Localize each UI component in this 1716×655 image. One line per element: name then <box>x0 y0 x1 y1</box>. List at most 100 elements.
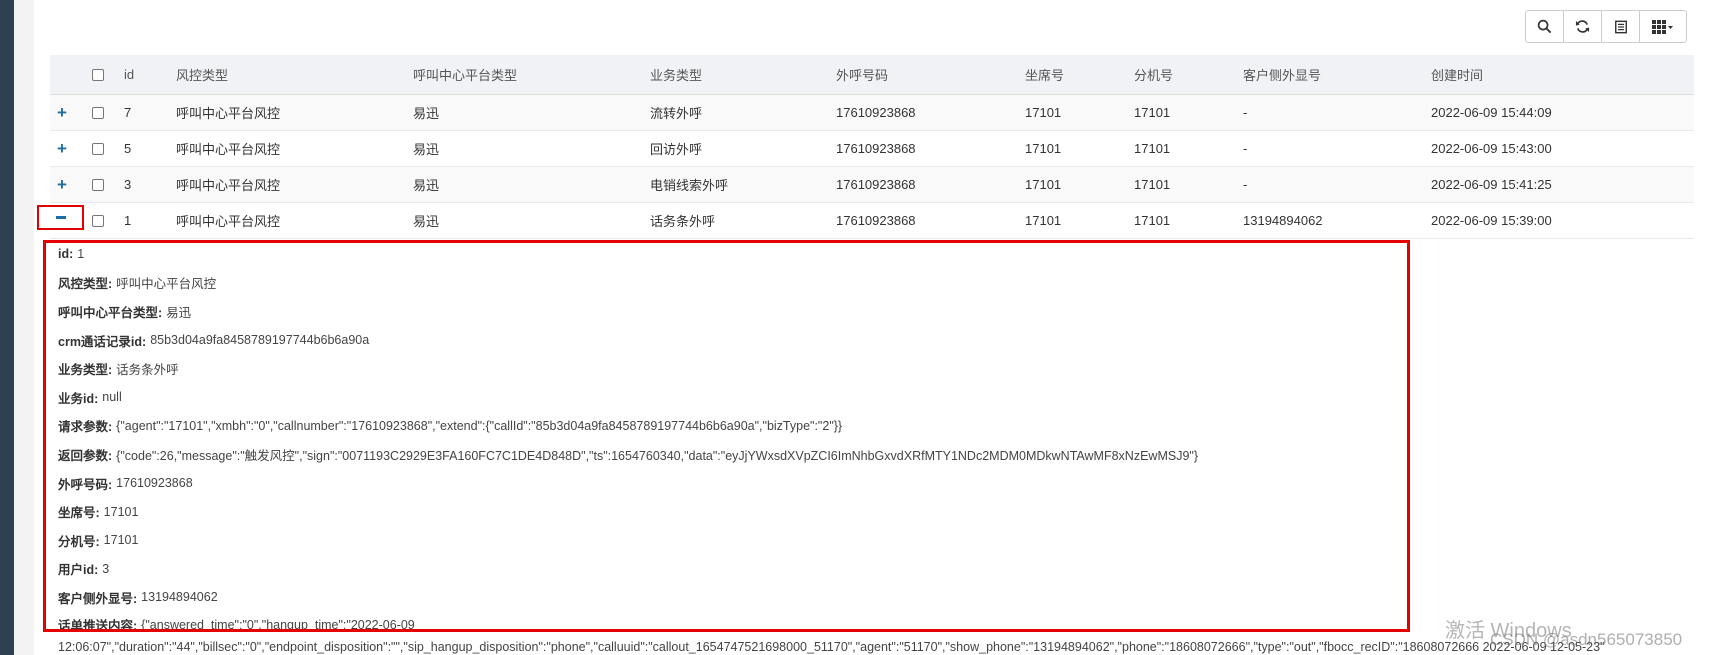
detail-value: {"code":26,"message":"触发风控","sign":"0071… <box>116 448 1199 463</box>
cell-risk-type: 呼叫中心平台风控 <box>176 106 281 121</box>
cell-created-time: 2022-06-09 15:43:00 <box>1431 141 1552 156</box>
expand-button[interactable]: + <box>57 95 67 130</box>
header-business-type[interactable]: 业务类型 <box>650 55 702 94</box>
sidebar-rail <box>0 0 14 655</box>
table-body: + 7 呼叫中心平台风控 易迅 流转外呼 17610923868 17101 1… <box>37 95 1694 239</box>
cell-risk-type: 呼叫中心平台风控 <box>176 214 281 229</box>
cell-created-time: 2022-06-09 15:44:09 <box>1431 105 1552 120</box>
detail-label: 用户id: <box>58 563 99 578</box>
detail-value: 3 <box>102 561 110 576</box>
detail-row: 风控类型: 呼叫中心平台风控 <box>58 269 1698 298</box>
detail-value: 13194894062 <box>141 590 218 605</box>
header-id[interactable]: id <box>124 55 134 94</box>
cell-outbound-number: 17610923868 <box>836 105 916 120</box>
cell-platform-type: 易迅 <box>413 214 440 229</box>
row-checkbox[interactable] <box>92 142 104 155</box>
detail-value: 17101 <box>103 533 139 548</box>
cell-risk-type: 呼叫中心平台风控 <box>176 178 281 193</box>
detail-row: 用户id: 3 <box>58 555 1698 584</box>
detail-row: id: 1 <box>58 240 1698 269</box>
select-all-checkbox[interactable] <box>92 68 104 81</box>
detail-value: 85b3d04a9fa8458789197744b6b6a90a <box>150 333 370 348</box>
row-select-cell <box>92 131 104 166</box>
detail-label: 分机号: <box>58 534 100 549</box>
minus-icon <box>55 216 66 219</box>
detail-row: 呼叫中心平台类型: 易迅 <box>58 297 1698 326</box>
detail-value: {"answered_time":"0","hangup_time":"2022… <box>141 617 415 632</box>
select-all-cell <box>92 55 104 94</box>
search-button[interactable] <box>1525 10 1564 43</box>
cell-extension-no: 17101 <box>1134 177 1171 192</box>
detail-row: 业务类型: 话务条外呼 <box>58 354 1698 383</box>
cell-display-number: - <box>1243 177 1248 192</box>
detail-label: 返回参数: <box>58 448 113 463</box>
cell-outbound-number: 17610923868 <box>836 141 916 156</box>
detail-label: 话单推送内容: <box>58 619 138 634</box>
cell-business-type: 回访外呼 <box>650 142 703 157</box>
detail-value: 17610923868 <box>116 476 193 491</box>
detail-value: 呼叫中心平台风控 <box>116 277 217 292</box>
detail-value: {"agent":"17101","xmbh":"0","callnumber"… <box>116 418 843 433</box>
header-display-number[interactable]: 客户侧外显号 <box>1243 55 1321 94</box>
cell-created-time: 2022-06-09 15:39:00 <box>1431 213 1552 228</box>
cell-extension-no: 17101 <box>1134 105 1171 120</box>
detail-label: 业务类型: <box>58 363 113 378</box>
cell-agent-no: 17101 <box>1025 105 1062 120</box>
cell-id: 1 <box>124 213 132 228</box>
cell-business-type: 流转外呼 <box>650 106 703 121</box>
collapse-button[interactable] <box>37 205 84 230</box>
row-checkbox[interactable] <box>92 106 104 119</box>
cell-business-type: 话务条外呼 <box>650 214 716 229</box>
header-extension-no[interactable]: 分机号 <box>1134 55 1173 94</box>
cell-outbound-number: 17610923868 <box>836 213 916 228</box>
refresh-button[interactable] <box>1563 10 1602 43</box>
search-icon <box>1537 19 1552 34</box>
detail-label: 外呼号码: <box>58 477 113 492</box>
header-created-time[interactable]: 创建时间 <box>1431 55 1483 94</box>
detail-label: crm通话记录id: <box>58 334 147 349</box>
table-header: id 风控类型 呼叫中心平台类型 业务类型 外呼号码 坐席号 分机号 客户侧外显… <box>50 55 1694 95</box>
plus-icon: + <box>57 174 67 194</box>
detail-label: 坐席号: <box>58 506 100 521</box>
detail-label: 请求参数: <box>58 420 113 435</box>
csdn-watermark: CSDN @asdn565073850 <box>1490 630 1683 649</box>
cell-extension-no: 17101 <box>1134 141 1171 156</box>
header-risk-type[interactable]: 风控类型 <box>176 55 228 94</box>
plus-icon: + <box>57 102 67 122</box>
detail-value: 17101 <box>103 504 139 519</box>
list-icon <box>1614 20 1627 33</box>
cell-id: 3 <box>124 177 132 192</box>
detail-value: 易迅 <box>166 305 192 320</box>
expand-button[interactable]: + <box>57 167 67 202</box>
header-platform-type[interactable]: 呼叫中心平台类型 <box>413 55 517 94</box>
header-agent-no[interactable]: 坐席号 <box>1025 55 1064 94</box>
cell-created-time: 2022-06-09 15:41:25 <box>1431 177 1552 192</box>
detail-row: 请求参数: {"agent":"17101","xmbh":"0","callnu… <box>58 412 1698 441</box>
detail-label: id: <box>58 247 74 262</box>
risk-control-table: id 风控类型 呼叫中心平台类型 业务类型 外呼号码 坐席号 分机号 客户侧外显… <box>37 55 1694 239</box>
detail-label: 客户侧外显号: <box>58 591 138 606</box>
table-row: 1 呼叫中心平台风控 易迅 话务条外呼 17610923868 17101 17… <box>37 203 1694 239</box>
page-gutter <box>14 0 34 655</box>
toggle-view-button[interactable] <box>1601 10 1640 43</box>
cell-agent-no: 17101 <box>1025 141 1062 156</box>
cell-platform-type: 易迅 <box>413 142 440 157</box>
detail-row: 外呼号码: 17610923868 <box>58 469 1698 498</box>
detail-row: 客户侧外显号: 13194894062 <box>58 583 1698 612</box>
columns-button[interactable] <box>1639 10 1687 43</box>
detail-label: 风控类型: <box>58 277 113 292</box>
detail-value: 1 <box>77 247 85 262</box>
cell-risk-type: 呼叫中心平台风控 <box>176 142 281 157</box>
cell-display-number: - <box>1243 141 1248 156</box>
expand-button[interactable]: + <box>57 131 67 166</box>
cell-business-type: 电销线索外呼 <box>650 178 729 193</box>
detail-row: 返回参数: {"code":26,"message":"触发风控","sign":… <box>58 440 1698 469</box>
refresh-icon <box>1575 20 1590 33</box>
row-checkbox[interactable] <box>92 214 104 227</box>
row-select-cell <box>92 167 104 202</box>
cell-id: 7 <box>124 105 132 120</box>
detail-label: 业务id: <box>58 391 99 406</box>
header-outbound-number[interactable]: 外呼号码 <box>836 55 888 94</box>
table-row: + 7 呼叫中心平台风控 易迅 流转外呼 17610923868 17101 1… <box>50 95 1694 131</box>
row-checkbox[interactable] <box>92 178 104 191</box>
